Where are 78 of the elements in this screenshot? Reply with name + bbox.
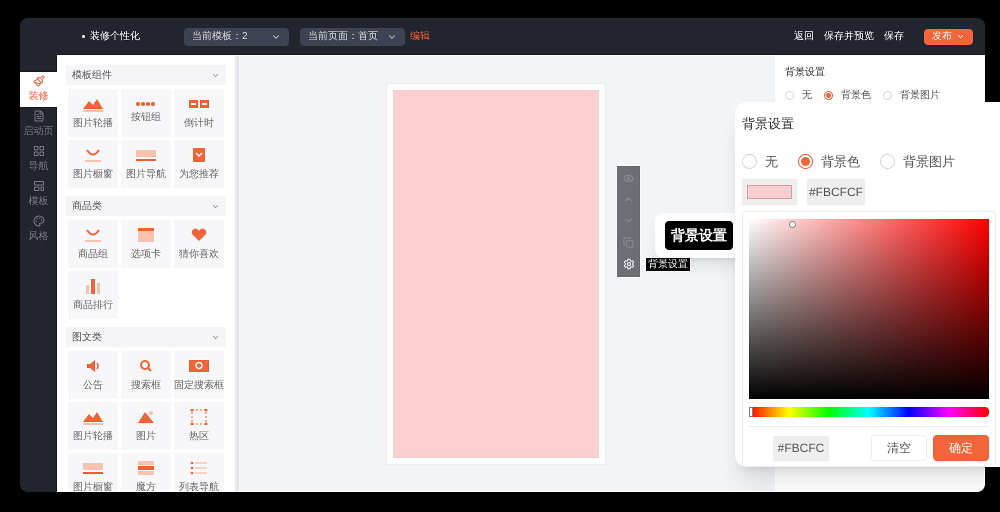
search-bar-icon — [188, 358, 210, 374]
settings-title: 背景设置 — [785, 66, 826, 80]
component-tile[interactable]: 固定搜索框 — [174, 351, 224, 399]
radio-label: 背景色 — [841, 88, 871, 103]
component-tile[interactable]: 公告 — [68, 351, 118, 399]
confirm-button[interactable]: 确定 — [933, 435, 989, 461]
nav-item[interactable]: 模板 — [20, 177, 57, 212]
radio-label: 背景图片 — [903, 152, 955, 170]
eye-icon[interactable] — [623, 173, 634, 184]
hue-thumb[interactable] — [749, 407, 753, 417]
component-tile[interactable]: 热区 — [174, 402, 224, 450]
nav-item[interactable]: 装修 — [20, 72, 57, 107]
header-action-button[interactable]: 返回 — [794, 29, 814, 44]
component-tile[interactable]: 魔方 — [121, 453, 171, 492]
component-tile[interactable]: 按钮组 — [121, 89, 171, 137]
component-tile[interactable]: 图片轮播 — [68, 89, 118, 137]
component-tile[interactable]: 图片橱窗 — [68, 453, 118, 492]
component-tile[interactable]: 图片轮播 — [68, 402, 118, 450]
page-title: 装修个性化 — [90, 30, 141, 44]
group-title: 商品类 — [72, 200, 102, 214]
edit-link[interactable]: 编辑 — [410, 29, 430, 44]
radio-button[interactable] — [798, 154, 813, 169]
grid-icon — [32, 145, 44, 157]
radio-label: 无 — [802, 89, 812, 103]
settings-icon[interactable] — [622, 258, 634, 270]
picker-handle[interactable] — [789, 221, 796, 228]
group-header[interactable]: 图文类 — [66, 327, 226, 347]
copy-icon[interactable] — [623, 236, 634, 248]
component-tile[interactable]: 倒计时 — [174, 89, 224, 137]
page-icon — [32, 110, 44, 122]
group-header[interactable]: 商品类 — [66, 196, 226, 216]
component-tile[interactable]: 列表导航 — [174, 453, 224, 492]
layout-icon — [32, 180, 44, 192]
header-action-button[interactable]: 保存并预览 — [824, 29, 874, 44]
group-title: 模板组件 — [72, 68, 112, 82]
radio-label: 背景色 — [821, 152, 860, 170]
tooltip: 背景设置 — [646, 258, 690, 271]
page-select[interactable]: 当前页面：首页 — [300, 28, 405, 46]
bag-icon — [82, 226, 104, 242]
nav-item[interactable]: 风格 — [20, 212, 57, 247]
hue-slider[interactable] — [749, 407, 989, 417]
component-tile[interactable]: 为您推荐 — [174, 140, 224, 188]
color-swatch[interactable] — [742, 179, 797, 205]
hex-input[interactable]: #FBCFC — [773, 436, 829, 460]
radio-label: 无 — [765, 152, 778, 170]
list-icon — [188, 460, 210, 476]
template-select[interactable]: 当前模板：2 — [184, 28, 289, 46]
hotzone-icon — [188, 408, 210, 424]
component-tile[interactable]: 图片橱窗 — [68, 140, 118, 188]
image-icon — [135, 408, 157, 424]
component-tile[interactable]: 搜索框 — [121, 351, 171, 399]
palette-icon — [32, 215, 44, 227]
clear-button[interactable]: 清空 — [871, 435, 927, 461]
component-tile[interactable]: 猜你喜欢 — [174, 220, 224, 268]
component-tile[interactable]: 商品排行 — [68, 271, 118, 319]
window-icon — [135, 226, 157, 242]
component-tile[interactable]: 图片 — [121, 402, 171, 450]
brush-icon — [32, 75, 44, 87]
component-tile[interactable]: 图片导航 — [121, 140, 171, 188]
group-header[interactable]: 模板组件 — [66, 65, 226, 85]
callout-label: 背景设置 — [665, 221, 733, 250]
nav-item[interactable]: 启动页 — [20, 107, 57, 142]
nav-item[interactable]: 导航 — [20, 142, 57, 177]
publish-button[interactable]: 发布 — [924, 28, 973, 44]
component-tile[interactable]: 选项卡 — [121, 220, 171, 268]
bag-icon — [82, 146, 104, 162]
popup-title: 背景设置 — [742, 115, 795, 133]
hex-field[interactable]: #FBCFCF — [807, 179, 865, 205]
grid-icon — [135, 460, 157, 476]
group-title: 图文类 — [72, 330, 102, 344]
radio-button[interactable] — [824, 91, 833, 100]
saturation-area[interactable] — [749, 219, 989, 399]
radio-label: 背景图片 — [900, 88, 940, 103]
component-tile[interactable]: 商品组 — [68, 220, 118, 268]
dots-icon — [136, 102, 156, 106]
bullet-icon — [82, 35, 85, 38]
caret-icon — [956, 32, 965, 41]
header-action-button[interactable]: 保存 — [884, 29, 904, 44]
